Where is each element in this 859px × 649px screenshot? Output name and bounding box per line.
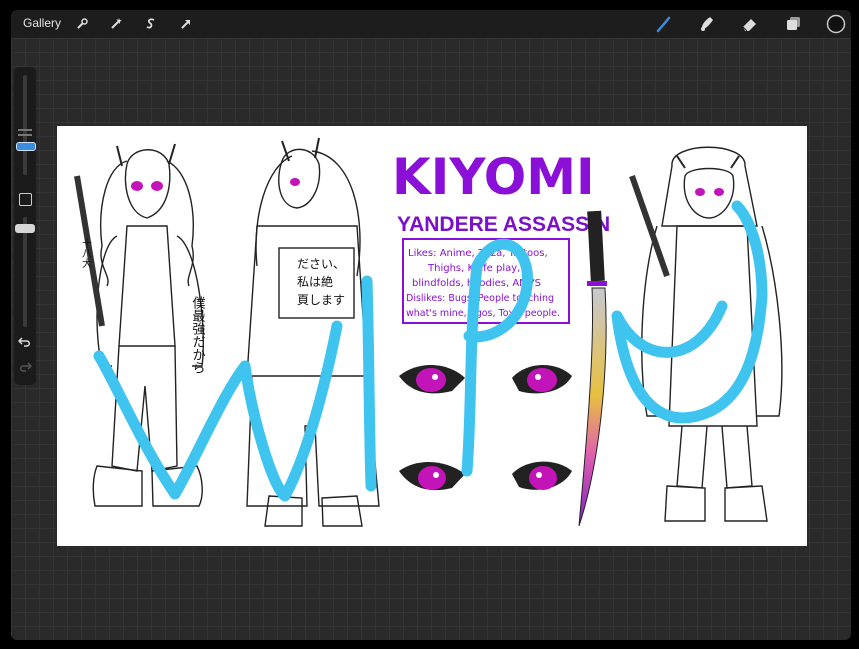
wrench-icon[interactable] — [73, 15, 91, 33]
magic-wand-icon[interactable] — [107, 15, 125, 33]
transform-arrow-icon[interactable] — [177, 15, 195, 33]
jacket-text-1: ださい、 — [297, 257, 345, 271]
brush-icon[interactable] — [654, 14, 674, 34]
opacity-slider[interactable] — [23, 217, 27, 327]
character-front-view — [74, 143, 204, 507]
color-swatch[interactable] — [826, 14, 846, 34]
side-kanji: 十八大 — [80, 237, 92, 269]
slider-grip-line — [18, 134, 32, 136]
character-subtitle: YANDERE ASSASSIN — [397, 213, 610, 236]
modify-square-button[interactable] — [19, 193, 32, 206]
front-eye-left — [131, 181, 143, 191]
eye-study-2 — [512, 364, 572, 394]
front-eye-right — [151, 181, 163, 191]
eye-study-3 — [399, 461, 465, 491]
smudge-icon[interactable] — [697, 14, 717, 34]
jacket-text-3: 頁します — [297, 293, 345, 307]
undo-arrow-icon[interactable] — [17, 335, 32, 349]
slider-grip-icon — [18, 129, 32, 131]
layers-icon[interactable] — [783, 14, 803, 34]
eye-study-1 — [399, 364, 465, 394]
hooded-eye-right — [714, 188, 724, 196]
redo-arrow-icon[interactable] — [18, 360, 33, 374]
brush-size-slider[interactable] — [23, 75, 27, 175]
artwork-svg: 僕最強だから 十八大 ださい、 私は絶 頁します KIYOMI YANDERE … — [74, 137, 783, 527]
character-title: KIYOMI — [392, 148, 595, 206]
left-sidebar — [14, 67, 36, 385]
selection-icon[interactable] — [142, 15, 160, 33]
hooded-eye-left — [695, 188, 705, 196]
opacity-handle[interactable] — [15, 224, 35, 233]
brush-size-handle[interactable] — [16, 142, 36, 151]
eraser-icon[interactable] — [740, 14, 760, 34]
eye-study-4 — [512, 461, 572, 490]
jacket-text-2: 私は絶 — [297, 274, 333, 289]
sleeve-text: 僕最強だから — [190, 296, 206, 374]
katana-illustration — [578, 210, 607, 527]
procreate-app: Gallery 僕最強だから 十八大 ださい、 私は絶 頁します KIYOMI … — [11, 10, 851, 640]
gallery-button[interactable]: Gallery — [23, 16, 61, 30]
drawing-canvas[interactable]: 僕最強だから 十八大 ださい、 私は絶 頁します KIYOMI YANDERE … — [57, 126, 807, 546]
info-line-5: what's mine, Egos, Toxic people. — [406, 308, 560, 319]
back-eye — [290, 178, 300, 186]
top-toolbar: Gallery — [11, 10, 851, 38]
eye-studies — [399, 364, 572, 491]
info-line-4: Dislikes: Bugs, People touching — [406, 293, 554, 304]
